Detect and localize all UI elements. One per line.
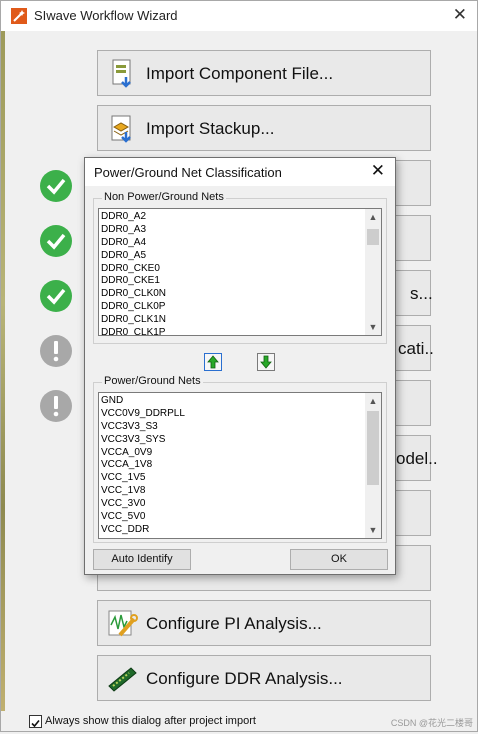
green-down-arrow-icon xyxy=(260,355,272,369)
checkmark-icon xyxy=(31,719,40,728)
wizard-wand-icon xyxy=(11,8,27,24)
always-show-checkbox[interactable] xyxy=(29,715,42,728)
configure-pi-analysis-label: Configure PI Analysis... xyxy=(146,614,322,633)
ddr-chip-icon xyxy=(108,667,137,692)
dialog-title-bar: Power/Ground Net Classification ✕ xyxy=(85,158,395,186)
net-list-item[interactable]: VCC0V9_DDRPLL xyxy=(101,408,363,421)
net-list-item[interactable]: DDR0_CLK1P xyxy=(101,327,363,335)
net-list-item[interactable]: DDR0_CKE0 xyxy=(101,263,363,276)
net-list-item[interactable]: DDR0_A4 xyxy=(101,237,363,250)
title-bar: SIwave Workflow Wizard ✕ xyxy=(1,1,477,31)
net-list-item[interactable]: VCC3V3_S3 xyxy=(101,421,363,434)
net-list-item[interactable]: DDR0_A5 xyxy=(101,250,363,263)
net-list-item[interactable]: DDR0_CLK0P xyxy=(101,301,363,314)
non-pg-nets-list[interactable]: DDR0_A2 DDR0_A3 DDR0_A4 DDR0_A5 DDR0_CKE0 DDR… xyxy=(98,208,382,336)
scroll-down-arrow-icon[interactable]: ▼ xyxy=(365,319,381,335)
net-list-item[interactable]: VCCA_0V9 xyxy=(101,447,363,460)
pg-nets-label: Power/Ground Nets xyxy=(102,375,203,387)
configure-ddr-analysis-label: Configure DDR Analysis... xyxy=(146,669,343,688)
dialog-close-button[interactable]: ✕ xyxy=(371,161,385,181)
net-list-item[interactable]: VCC_DDR xyxy=(101,524,363,537)
warning-icon xyxy=(40,335,72,367)
wizard-button-6-label: cati.. xyxy=(398,339,434,358)
wizard-button-5-label: s... xyxy=(410,284,433,303)
net-list-item[interactable]: DDR0_A3 xyxy=(101,224,363,237)
non-pg-nets-label: Non Power/Ground Nets xyxy=(102,191,226,203)
scroll-thumb[interactable] xyxy=(367,411,379,485)
scroll-thumb[interactable] xyxy=(367,229,379,245)
net-list-item[interactable]: VCC3V3_SYS xyxy=(101,434,363,447)
pg-nets-group: Power/Ground Nets GND VCC0V9_DDRPLL VCC3V3… xyxy=(93,375,387,543)
check-icon xyxy=(40,280,72,312)
net-list-item[interactable]: VCC_1V8 xyxy=(101,485,363,498)
stackup-icon xyxy=(111,115,131,143)
net-list-item[interactable]: DDR0_CLK1N xyxy=(101,314,363,327)
scroll-down-arrow-icon[interactable]: ▼ xyxy=(365,522,381,538)
import-component-file-label: Import Component File... xyxy=(146,64,334,83)
green-up-arrow-icon xyxy=(207,355,219,369)
always-show-label: Always show this dialog after project im… xyxy=(45,715,256,727)
pg-net-classification-dialog: Power/Ground Net Classification ✕ Non Po… xyxy=(84,157,396,575)
watermark: CSDN @花光二楼哥 xyxy=(390,718,473,728)
import-stackup-button[interactable]: Import Stackup... xyxy=(97,105,431,151)
net-list-item[interactable]: DDR0_CKE1 xyxy=(101,275,363,288)
dialog-title: Power/Ground Net Classification xyxy=(94,165,282,180)
pg-nets-items: GND VCC0V9_DDRPLL VCC3V3_S3 VCC3V3_SYS VCCA_… xyxy=(101,395,363,537)
scroll-up-arrow-icon[interactable]: ▲ xyxy=(365,393,381,409)
background-app-edge xyxy=(1,31,5,711)
pi-analysis-icon xyxy=(108,610,138,637)
scroll-up-arrow-icon[interactable]: ▲ xyxy=(365,209,381,225)
check-icon xyxy=(40,170,72,202)
pg-nets-list[interactable]: GND VCC0V9_DDRPLL VCC3V3_S3 VCC3V3_SYS VCCA_… xyxy=(98,392,382,539)
net-list-item[interactable]: VCC_5V0 xyxy=(101,511,363,524)
warning-icon xyxy=(40,390,72,422)
wizard-button-8-label: odel.. xyxy=(396,449,438,468)
non-pg-nets-group: Non Power/Ground Nets DDR0_A2 DDR0_A3 DDR0… xyxy=(93,191,387,344)
net-list-item[interactable]: DDR0_CLK0N xyxy=(101,288,363,301)
move-to-pg-button[interactable] xyxy=(257,353,275,371)
net-list-item[interactable]: VCC_1V5 xyxy=(101,472,363,485)
non-pg-nets-items: DDR0_A2 DDR0_A3 DDR0_A4 DDR0_A5 DDR0_CKE0 DDR… xyxy=(101,211,363,335)
net-list-item[interactable]: VCC_3V0 xyxy=(101,498,363,511)
non-pg-scrollbar[interactable]: ▲ ▼ xyxy=(365,209,381,335)
move-to-non-pg-button[interactable] xyxy=(204,353,222,371)
net-list-item[interactable]: DDR0_A2 xyxy=(101,211,363,224)
component-file-icon xyxy=(112,59,131,88)
net-list-item[interactable]: VCCA_1V8 xyxy=(101,459,363,472)
import-stackup-label: Import Stackup... xyxy=(146,119,275,138)
pg-scrollbar[interactable]: ▲ ▼ xyxy=(365,393,381,538)
window-title: SIwave Workflow Wizard xyxy=(34,8,178,23)
net-list-item[interactable]: GND xyxy=(101,395,363,408)
import-component-file-button[interactable]: Import Component File... xyxy=(97,50,431,96)
configure-ddr-analysis-button[interactable]: Configure DDR Analysis... xyxy=(97,655,431,701)
window-close-button[interactable]: ✕ xyxy=(453,5,467,25)
ok-button[interactable]: OK xyxy=(290,549,388,570)
auto-identify-button[interactable]: Auto Identify xyxy=(93,549,191,570)
check-icon xyxy=(40,225,72,257)
configure-pi-analysis-button[interactable]: Configure PI Analysis... xyxy=(97,600,431,646)
